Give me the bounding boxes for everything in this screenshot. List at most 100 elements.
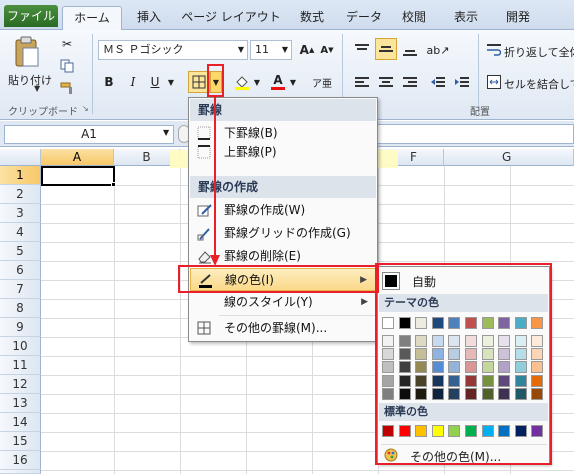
- theme-shade-swatch[interactable]: [382, 348, 394, 361]
- border-button[interactable]: [188, 71, 210, 93]
- row-header-8[interactable]: 8: [0, 299, 41, 318]
- row-header-17[interactable]: 17: [0, 470, 41, 474]
- theme-shade-swatch[interactable]: [448, 348, 461, 361]
- tab-home[interactable]: ホーム: [62, 6, 122, 31]
- tab-review[interactable]: 校閲: [392, 6, 436, 30]
- standard-color-swatch[interactable]: [531, 425, 544, 437]
- theme-shade-swatch[interactable]: [415, 361, 428, 374]
- wrap-text-icon[interactable]: [486, 42, 502, 58]
- theme-shade-swatch[interactable]: [431, 348, 444, 361]
- theme-shade-swatch[interactable]: [398, 387, 411, 400]
- theme-color-swatch[interactable]: [481, 317, 494, 329]
- theme-shade-swatch[interactable]: [431, 374, 444, 387]
- italic-button[interactable]: I: [124, 72, 142, 92]
- theme-shade-swatch[interactable]: [531, 348, 544, 361]
- tab-file[interactable]: ファイル: [4, 5, 58, 27]
- chevron-down-icon[interactable]: ▼: [238, 41, 244, 59]
- theme-shade-swatch[interactable]: [531, 387, 544, 400]
- row-header-16[interactable]: 16: [0, 451, 41, 470]
- theme-shade-swatch[interactable]: [498, 374, 511, 387]
- theme-shade-swatch[interactable]: [481, 374, 494, 387]
- theme-shade-swatch[interactable]: [465, 387, 477, 400]
- chevron-down-icon[interactable]: ▼: [166, 76, 176, 88]
- font-size-combo[interactable]: 11 ▼: [250, 40, 292, 60]
- theme-shade-swatch[interactable]: [531, 361, 544, 374]
- merge-cells-icon[interactable]: [486, 74, 502, 90]
- theme-shade-swatch[interactable]: [514, 348, 527, 361]
- decrease-indent-icon[interactable]: [428, 72, 448, 92]
- theme-shade-swatch[interactable]: [415, 348, 428, 361]
- theme-color-swatch[interactable]: [448, 317, 461, 329]
- wrap-text-label[interactable]: 折り返して全体: [504, 44, 574, 60]
- copy-icon[interactable]: [58, 58, 76, 74]
- chevron-down-icon[interactable]: ▼: [252, 76, 262, 88]
- increase-indent-icon[interactable]: [452, 72, 472, 92]
- tab-data[interactable]: データ: [340, 6, 388, 30]
- fill-color-icon[interactable]: [232, 72, 252, 92]
- chevron-down-icon[interactable]: ▼: [282, 41, 288, 59]
- tab-insert[interactable]: 挿入: [128, 6, 170, 30]
- align-middle-icon[interactable]: [375, 38, 397, 60]
- standard-color-swatch[interactable]: [498, 425, 511, 437]
- theme-shade-swatch[interactable]: [448, 387, 461, 400]
- theme-shade-swatch[interactable]: [398, 348, 411, 361]
- theme-shade-swatch[interactable]: [398, 361, 411, 374]
- menu-item-more-borders[interactable]: その他の罫線(M)...: [190, 317, 376, 340]
- theme-shade-swatch[interactable]: [498, 387, 511, 400]
- theme-shade-swatch[interactable]: [498, 335, 511, 347]
- shrink-font-icon[interactable]: A ▼: [318, 40, 336, 60]
- underline-button[interactable]: U: [146, 72, 164, 92]
- theme-shade-swatch[interactable]: [465, 374, 477, 387]
- tab-view[interactable]: 表示: [444, 6, 488, 30]
- menu-item-line-color[interactable]: 線の色(I) ▶: [190, 268, 376, 291]
- font-name-combo[interactable]: ＭＳ Ｐゴシック ▼: [98, 40, 248, 60]
- font-color-icon[interactable]: A: [268, 70, 288, 92]
- theme-color-swatch[interactable]: [531, 317, 544, 329]
- orientation-icon[interactable]: ab↗: [427, 40, 450, 60]
- phonetic-icon[interactable]: ア亜: [312, 72, 332, 92]
- chevron-down-icon[interactable]: ▼: [163, 128, 169, 137]
- tab-page-layout[interactable]: ページ レイアウト: [176, 6, 286, 30]
- theme-shade-swatch[interactable]: [415, 335, 428, 347]
- align-left-icon[interactable]: [352, 72, 372, 92]
- theme-shade-swatch[interactable]: [481, 361, 494, 374]
- column-header-a[interactable]: A: [41, 149, 114, 166]
- theme-shade-swatch[interactable]: [398, 374, 411, 387]
- row-header-3[interactable]: 3: [0, 204, 41, 223]
- auto-color-label[interactable]: 自動: [412, 273, 436, 290]
- tab-developer[interactable]: 開発: [496, 6, 540, 30]
- align-top-icon[interactable]: [352, 40, 372, 60]
- standard-color-swatch[interactable]: [514, 425, 527, 437]
- standard-color-swatch[interactable]: [398, 425, 411, 437]
- color-palette-icon[interactable]: [384, 448, 398, 462]
- theme-shade-swatch[interactable]: [448, 361, 461, 374]
- theme-shade-swatch[interactable]: [448, 335, 461, 347]
- theme-color-swatch[interactable]: [431, 317, 444, 329]
- theme-shade-swatch[interactable]: [514, 361, 527, 374]
- row-header-10[interactable]: 10: [0, 337, 41, 356]
- theme-shade-swatch[interactable]: [415, 387, 428, 400]
- chevron-down-icon[interactable]: ▼: [288, 76, 298, 88]
- row-header-7[interactable]: 7: [0, 280, 41, 299]
- theme-color-swatch[interactable]: [398, 317, 411, 329]
- merge-cells-label[interactable]: セルを結合して: [504, 76, 574, 92]
- fill-handle[interactable]: [111, 182, 116, 187]
- theme-shade-swatch[interactable]: [498, 361, 511, 374]
- standard-color-swatch[interactable]: [481, 425, 494, 437]
- border-dropdown-button[interactable]: ▼: [210, 71, 222, 93]
- theme-shade-swatch[interactable]: [431, 335, 444, 347]
- theme-shade-swatch[interactable]: [431, 387, 444, 400]
- theme-color-swatch[interactable]: [498, 317, 511, 329]
- row-header-6[interactable]: 6: [0, 261, 41, 280]
- theme-shade-swatch[interactable]: [514, 374, 527, 387]
- dialog-launcher-icon[interactable]: ↘: [82, 104, 89, 113]
- row-header-2[interactable]: 2: [0, 185, 41, 204]
- theme-shade-swatch[interactable]: [382, 387, 394, 400]
- standard-color-swatch[interactable]: [448, 425, 461, 437]
- theme-shade-swatch[interactable]: [514, 387, 527, 400]
- auto-color-swatch[interactable]: [382, 272, 400, 290]
- theme-shade-swatch[interactable]: [382, 374, 394, 387]
- theme-shade-swatch[interactable]: [481, 348, 494, 361]
- standard-color-swatch[interactable]: [382, 425, 394, 437]
- theme-shade-swatch[interactable]: [465, 361, 477, 374]
